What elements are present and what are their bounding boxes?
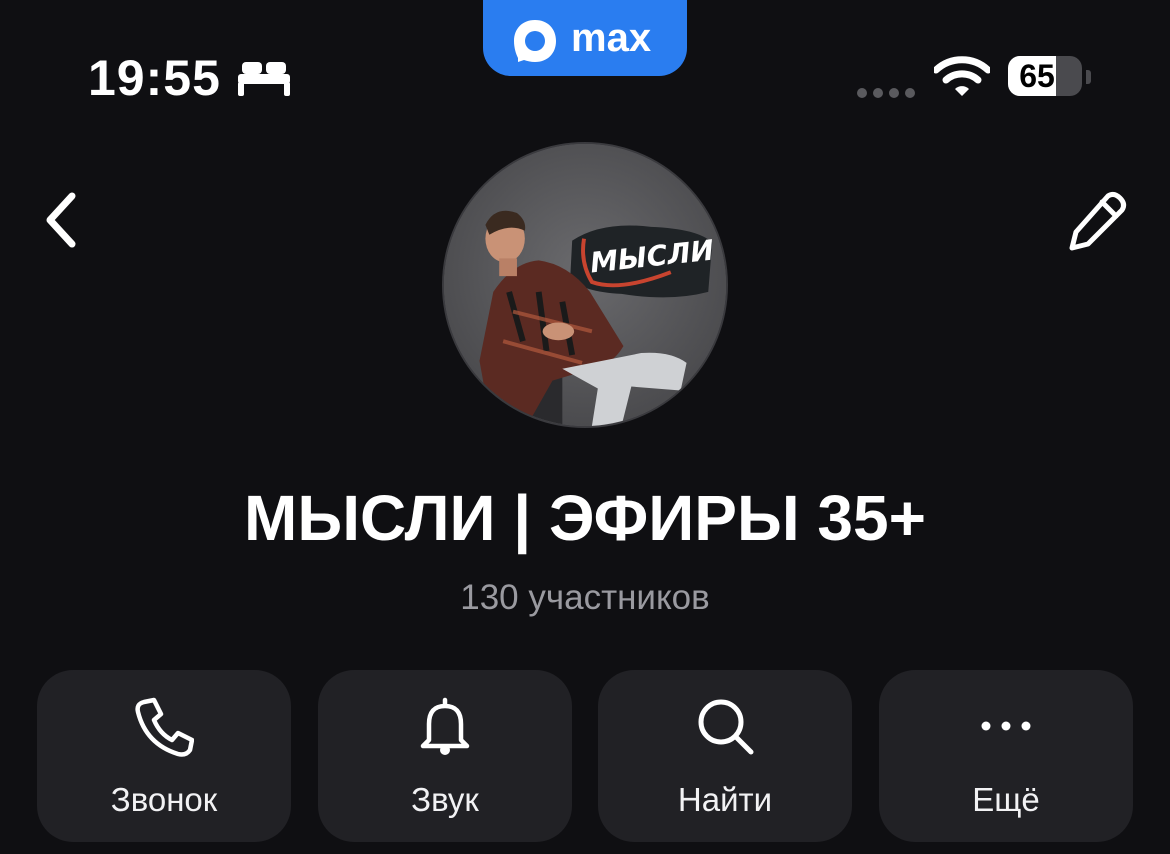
find-button[interactable]: Найти <box>598 670 852 842</box>
status-time: 19:55 <box>88 50 221 106</box>
chat-title: МЫСЛИ | ЭФИРЫ 35+ <box>244 482 926 554</box>
max-logo-icon <box>510 18 560 64</box>
call-button[interactable]: Звонок <box>37 670 291 842</box>
battery-label: 65 <box>1019 58 1055 94</box>
cellular-signal-icon <box>856 86 916 98</box>
more-button[interactable]: Ещё <box>879 670 1133 842</box>
find-label: Найти <box>677 781 773 818</box>
more-icon <box>981 721 1031 731</box>
search-icon <box>698 699 754 755</box>
phone-icon <box>135 697 194 757</box>
app-badge[interactable]: max <box>483 0 687 76</box>
app-name: max <box>571 16 652 60</box>
sound-label: Звук <box>411 781 479 818</box>
wifi-icon <box>932 56 992 98</box>
chevron-left-icon <box>46 192 76 248</box>
chat-avatar[interactable]: МЫСЛИ <box>442 142 728 428</box>
edit-button[interactable] <box>1060 188 1132 252</box>
action-row: Звонок Звук Найти Ещё <box>37 670 1133 842</box>
call-label: Звонок <box>110 781 218 818</box>
member-count[interactable]: 130 участников <box>0 576 1170 620</box>
battery-tip <box>1086 70 1091 84</box>
status-bar: 19:55 max 65 <box>0 0 1170 120</box>
back-button[interactable] <box>36 186 92 254</box>
battery-indicator: 65 <box>1008 56 1084 98</box>
bed-icon <box>238 60 290 96</box>
more-label: Ещё <box>972 781 1040 818</box>
bell-icon <box>420 697 470 755</box>
sound-button[interactable]: Звук <box>318 670 572 842</box>
pencil-icon <box>1069 191 1127 251</box>
